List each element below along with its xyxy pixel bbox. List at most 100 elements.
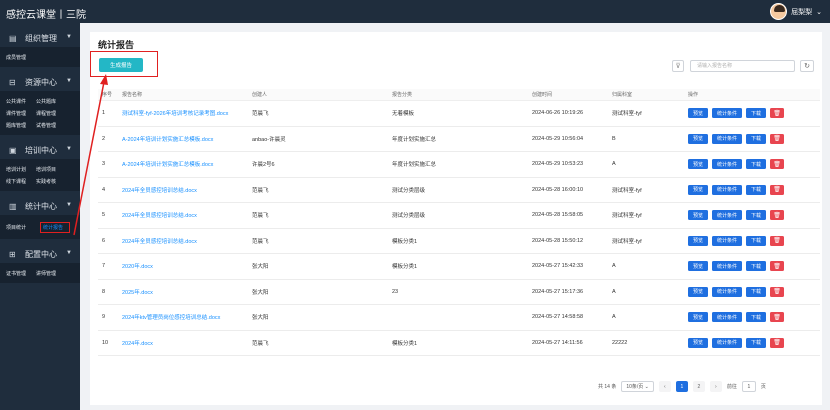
filter-icon[interactable]: ⊽ <box>672 60 684 72</box>
page-2-button[interactable]: 2 <box>692 381 705 392</box>
conditions-button[interactable]: 统计条件 <box>712 210 743 221</box>
conditions-button[interactable]: 统计条件 <box>712 108 743 119</box>
created-time: 2024-05-27 14:58:58 <box>532 314 584 321</box>
row-actions: 预览 统计条件 下载 🗑 <box>678 286 820 297</box>
top-bar: 感控云课堂丨三院 屈梨梨 ⌄ <box>0 0 830 23</box>
chevron-down-icon: ▼ <box>66 202 72 208</box>
report-name-link[interactable]: A-2024年培训计划实施汇总模板.docx <box>116 160 248 168</box>
download-button[interactable]: 下载 <box>746 108 767 119</box>
conditions-button[interactable]: 统计条件 <box>712 184 743 195</box>
preview-button[interactable]: 预览 <box>688 210 709 221</box>
sidebar-item-courses[interactable]: 课程管理 <box>36 110 66 117</box>
report-name-link[interactable]: 2024年全员感控培训总结.docx <box>116 211 248 219</box>
preview-button[interactable]: 预览 <box>688 261 709 272</box>
conditions-button[interactable]: 统计条件 <box>712 133 743 144</box>
download-button[interactable]: 下载 <box>746 133 767 144</box>
sidebar-item-public-courseware[interactable]: 公共课件 <box>6 98 36 105</box>
report-name-link[interactable]: 2024年全员感控培训总结.docx <box>116 186 248 194</box>
sidebar-item-question-bank[interactable]: 题库管理 <box>6 122 36 129</box>
conditions-button[interactable]: 统计条件 <box>712 337 743 348</box>
preview-button[interactable]: 预览 <box>688 235 709 246</box>
menu-training[interactable]: ▣ 培训中心 ▼ <box>0 141 80 159</box>
goto-page-input[interactable]: 1 <box>741 381 756 392</box>
preview-button[interactable]: 预览 <box>688 286 709 297</box>
delete-icon[interactable]: 🗑 <box>770 337 785 348</box>
sidebar: ▤ 组织管理 ▼ 成员管理 ⊟ 资源中心 ▼ 公共课件 公共题库 课件管理 课程管理… <box>0 23 80 410</box>
delete-icon[interactable]: 🗑 <box>770 159 785 170</box>
menu-config[interactable]: ⊞ 配置中心 ▼ <box>0 245 80 263</box>
conditions-button[interactable]: 统计条件 <box>712 286 743 297</box>
delete-icon[interactable]: 🗑 <box>770 210 785 221</box>
delete-icon[interactable]: 🗑 <box>770 133 785 144</box>
report-name-link[interactable]: 2024年.docx <box>116 339 248 347</box>
delete-icon[interactable]: 🗑 <box>770 108 785 119</box>
report-name-link[interactable]: 2025年.docx <box>116 288 248 296</box>
sidebar-item-training-plan[interactable]: 培训计划 <box>6 166 36 173</box>
search-input[interactable] <box>690 60 795 72</box>
report-name-link[interactable]: 测试科室-fyf-2026年培训考核记录考图.docx <box>116 109 248 117</box>
download-button[interactable]: 下载 <box>746 184 767 195</box>
avatar[interactable] <box>770 3 788 20</box>
generate-report-button[interactable]: 生成报告 <box>99 58 143 72</box>
delete-icon[interactable]: 🗑 <box>770 286 785 297</box>
sidebar-item-courseware[interactable]: 课件管理 <box>6 110 36 117</box>
download-button[interactable]: 下载 <box>746 159 767 170</box>
sidebar-item-lecturers[interactable]: 讲师管理 <box>36 270 66 277</box>
delete-icon[interactable]: 🗑 <box>770 312 785 323</box>
sidebar-item-members[interactable]: 成员管理 <box>6 54 36 61</box>
user-menu[interactable]: 屈梨梨 ⌄ <box>770 3 822 20</box>
sidebar-item-offline-course[interactable]: 线下课程 <box>6 178 36 185</box>
sidebar-item-papers[interactable]: 试卷管理 <box>36 122 66 129</box>
download-button[interactable]: 下载 <box>746 337 767 348</box>
delete-icon[interactable]: 🗑 <box>770 261 785 272</box>
chevron-down-icon[interactable]: ⌄ <box>816 8 822 16</box>
menu-stats[interactable]: ▥ 统计中心 ▼ <box>0 197 80 215</box>
report-name-link[interactable]: 2020年.docx <box>116 262 248 270</box>
download-button[interactable]: 下载 <box>746 286 767 297</box>
sidebar-item-stat-report[interactable]: 统计报告 <box>40 221 70 233</box>
sidebar-item-training-project[interactable]: 培训项目 <box>36 166 66 173</box>
download-button[interactable]: 下载 <box>746 210 767 221</box>
next-page-button[interactable]: › <box>709 381 722 392</box>
preview-button[interactable]: 预览 <box>688 108 709 119</box>
sidebar-item-certificates[interactable]: 证书管理 <box>6 270 36 277</box>
menu-resource[interactable]: ⊟ 资源中心 ▼ <box>0 73 80 91</box>
page-size-select[interactable]: 10条/页 ⌄ <box>621 381 654 392</box>
page-1-button[interactable]: 1 <box>675 381 688 392</box>
sidebar-item-public-bank[interactable]: 公共题库 <box>36 98 66 105</box>
delete-icon[interactable]: 🗑 <box>770 184 785 195</box>
sidebar-item-practice-exam[interactable]: 实践考核 <box>36 178 66 185</box>
highlight-box: 生成报告 <box>90 51 158 77</box>
preview-button[interactable]: 预览 <box>688 159 709 170</box>
conditions-button[interactable]: 统计条件 <box>712 159 743 170</box>
preview-button[interactable]: 预览 <box>688 312 709 323</box>
stats-icon: ▥ <box>9 201 17 211</box>
download-button[interactable]: 下载 <box>746 261 767 272</box>
table-row: 7 2020年.docx 张大阳 模板分类1 2024-05-27 15:42:33 A 预… <box>98 254 820 280</box>
table-row: 6 2024年全员感控培训总结.docx 范晨飞 模板分类1 2024-05-28 15… <box>98 229 820 254</box>
department: 测试科室-fyf <box>612 187 642 194</box>
preview-button[interactable]: 预览 <box>688 184 709 195</box>
download-button[interactable]: 下载 <box>746 312 767 323</box>
report-name-link[interactable]: 2024年全员感控培训总结.docx <box>116 237 248 245</box>
sidebar-item-project-stats[interactable]: 项目统计 <box>6 224 36 231</box>
download-button[interactable]: 下载 <box>746 235 767 246</box>
report-name-link[interactable]: A-2024年培训计划实施汇总模板.docx <box>116 135 248 143</box>
user-name[interactable]: 屈梨梨 <box>791 7 812 17</box>
prev-page-button[interactable]: ‹ <box>658 381 671 392</box>
department: 测试科室-fyf <box>612 213 642 220</box>
delete-icon[interactable]: 🗑 <box>770 235 785 246</box>
creator: 张大阳 <box>252 289 269 296</box>
creator: 范晨飞 <box>252 238 269 245</box>
refresh-icon[interactable]: ↻ <box>800 60 814 72</box>
preview-button[interactable]: 预览 <box>688 337 709 348</box>
conditions-button[interactable]: 统计条件 <box>712 261 743 272</box>
conditions-button[interactable]: 统计条件 <box>712 235 743 246</box>
creator: 许晨2号6 <box>252 162 275 169</box>
conditions-button[interactable]: 统计条件 <box>712 312 743 323</box>
menu-org[interactable]: ▤ 组织管理 ▼ <box>0 29 80 47</box>
submenu-org: 成员管理 <box>0 47 80 67</box>
preview-button[interactable]: 预览 <box>688 133 709 144</box>
menu-org-label: 组织管理 <box>25 33 57 43</box>
report-name-link[interactable]: 2024年ktv管理员岗位感控培训总结.docx <box>116 313 248 321</box>
